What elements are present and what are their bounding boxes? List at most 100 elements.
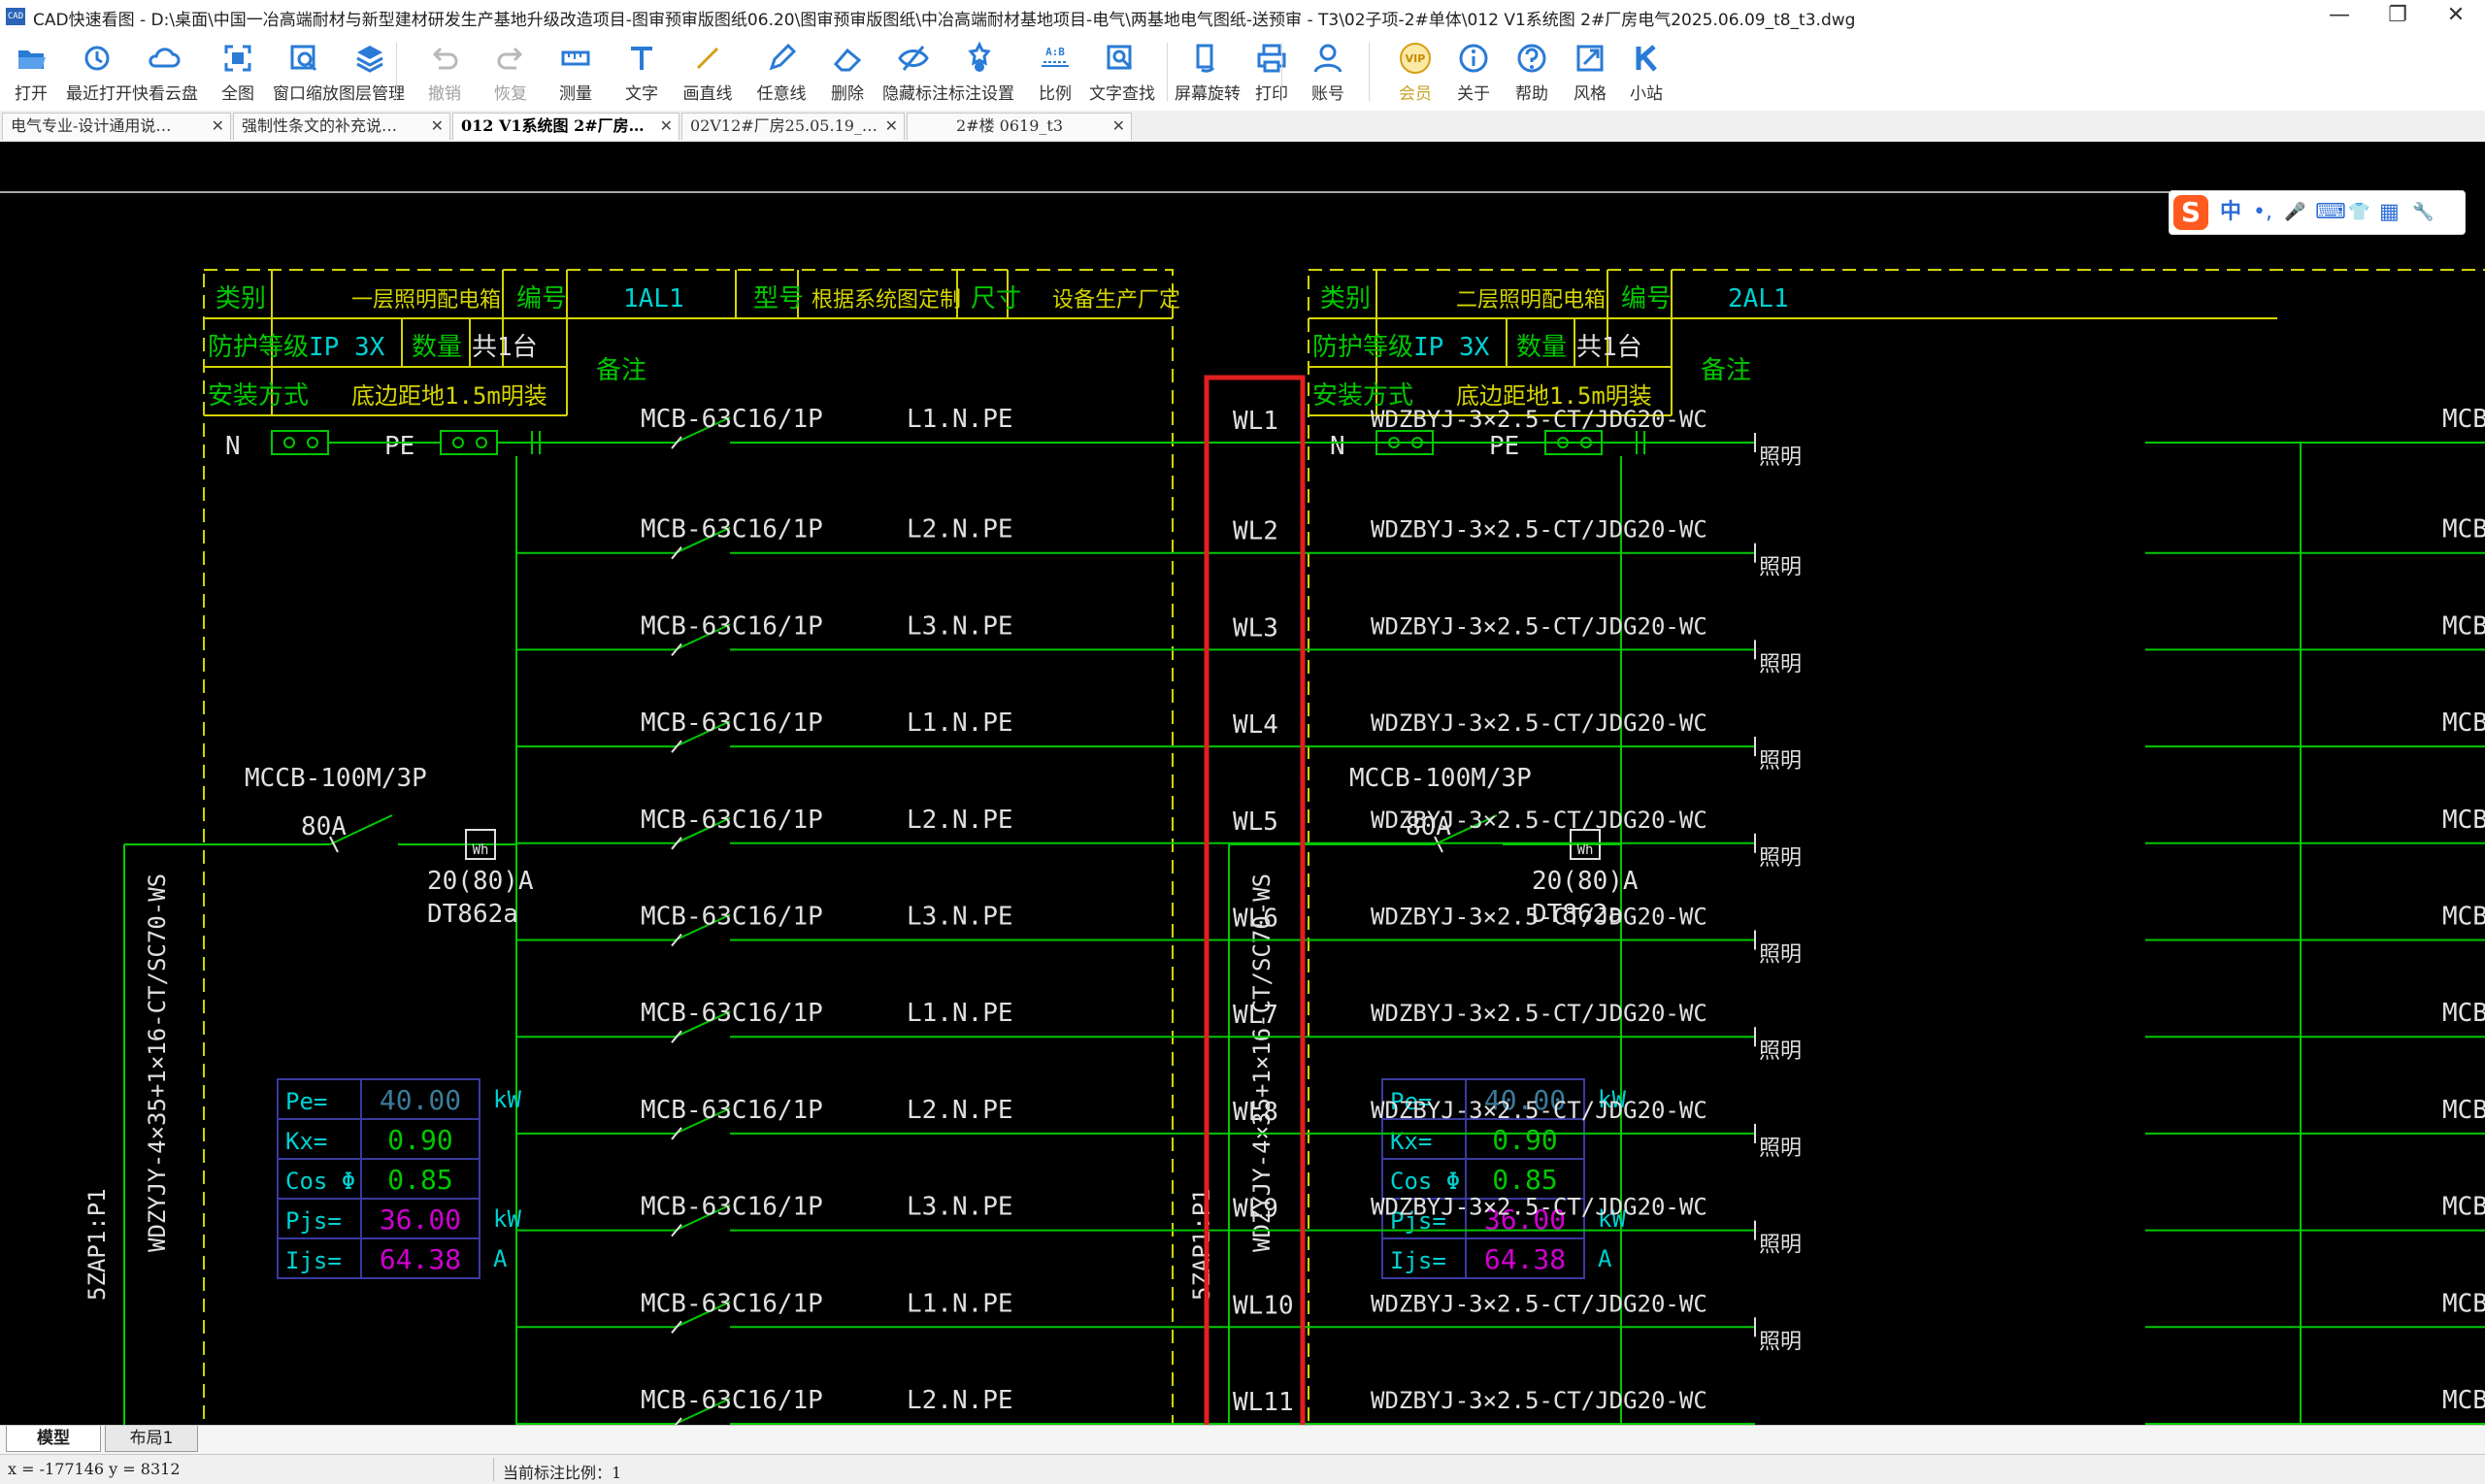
close-window-button[interactable]: ✕ (2427, 0, 2485, 33)
layout-tab[interactable]: 模型 (6, 1426, 101, 1452)
close-tab-icon[interactable]: ✕ (1112, 114, 1125, 139)
ime-toolbar[interactable]: S 中 •, 🎤 ⌨ 👕 ▦ 🔧 (2169, 190, 2466, 235)
circuit-breaker-model: MCB (2442, 1386, 2485, 1415)
ime-punctuation-icon[interactable]: •, (2253, 199, 2272, 226)
document-tab[interactable]: 012 V1系统图 2#厂房… ✕ (452, 113, 679, 140)
circuit-id: WL5 (1233, 808, 1278, 837)
toolbar-annotation-settings-button[interactable]: 标注设置 (948, 37, 1014, 107)
toolbar-eye-hide-button[interactable]: 隐藏标注 (882, 37, 948, 107)
tools-icon[interactable]: 🔧 (2412, 199, 2434, 226)
energy-meter-symbol: Wh (473, 842, 489, 858)
busbar-pe-label: PE (384, 432, 414, 461)
drawing-canvas[interactable]: 类别 一层照明配电箱 编号 1AL1 型号 根据系统图定制 尺寸 设备生产厂定 防护等级 IP 3… (0, 142, 2485, 1425)
toolbar-history-button[interactable]: 最近打开 (66, 37, 132, 107)
circuit-phase: L3.N.PE (907, 903, 1013, 932)
close-tab-icon[interactable]: ✕ (660, 114, 673, 139)
load-calc-unit: kW (493, 1086, 521, 1113)
maximize-button[interactable]: ❐ (2369, 0, 2427, 33)
toolbar-undo-button[interactable]: 撤销 (414, 37, 476, 107)
circuit-id: WL2 (1233, 517, 1278, 546)
terminal-circle (283, 437, 295, 448)
toolbar-text-button[interactable]: 文字 (611, 37, 673, 107)
circuit-load: 照明 (1759, 556, 1802, 580)
document-tab-label: 012 V1系统图 2#厂房… (461, 116, 645, 135)
circuit-cable: WDZBYJ-3×2.5-CT/JDG20-WC (1371, 1194, 1707, 1221)
microphone-icon[interactable]: 🎤 (2284, 199, 2305, 226)
circuit-id: WL6 (1233, 905, 1278, 934)
toolbar-label: 风格 (1574, 84, 1607, 104)
apps-grid-icon[interactable]: ▦ (2379, 199, 2400, 226)
document-tab[interactable]: 电气专业-设计通用说… ✕ (2, 113, 231, 140)
toolbar-eraser-button[interactable]: 删除 (816, 37, 878, 107)
toolbar-redo-button[interactable]: 恢复 (480, 37, 542, 107)
keyboard-icon[interactable]: ⌨ (2315, 199, 2346, 226)
rotate-screen-icon (1196, 44, 1215, 73)
skin-icon[interactable]: 👕 (2348, 199, 2369, 226)
toolbar-vip-button[interactable]: VIP 会员 (1384, 37, 1446, 107)
toolbar-pencil-button[interactable]: 任意线 (750, 37, 812, 107)
app-logo-icon: CAD (6, 8, 25, 25)
toolbar-site-k-button[interactable]: 小站 (1615, 37, 1677, 107)
toolbar-zoom-window-button[interactable]: 窗口缩放 (273, 37, 339, 107)
n-terminal-block (271, 430, 329, 455)
circuit-load: 照明 (1759, 1330, 1802, 1354)
toolbar-help-button[interactable]: 帮助 (1501, 37, 1563, 107)
circuit-phase: L1.N.PE (907, 405, 1013, 434)
toolbar-cloud-button[interactable]: 快看云盘 (132, 37, 198, 107)
toolbar-line-button[interactable]: 画直线 (677, 37, 739, 107)
ime-mode-button[interactable]: 中 (2220, 199, 2241, 226)
sogou-logo-icon[interactable]: S (2173, 195, 2208, 230)
load-calc-value: 36.00 (380, 1204, 461, 1236)
close-tab-icon[interactable]: ✕ (885, 114, 898, 139)
header-qty-value: 共1台 (1576, 333, 1642, 362)
document-tab[interactable]: 2#楼 0619_t3 ✕ (907, 113, 1132, 140)
toolbar-label: 关于 (1457, 84, 1490, 104)
circuit-breaker-model: MCB (2442, 903, 2485, 932)
toolbar-folder-open-button[interactable]: 打开 (0, 37, 62, 107)
header-model-label: 型号 (753, 284, 804, 313)
header-number-label: 编号 (516, 284, 567, 313)
toolbar-label: 账号 (1311, 84, 1344, 104)
toolbar-rotate-screen-button[interactable]: 屏幕旋转 (1175, 37, 1241, 107)
layout-tab[interactable]: 布局1 (105, 1426, 198, 1452)
load-calc-value: 64.38 (1484, 1243, 1566, 1275)
toolbar-fit-all-button[interactable]: 全图 (207, 37, 269, 107)
toolbar-label: 任意线 (756, 84, 807, 104)
fit-all-icon (224, 45, 251, 72)
load-calc-label: Kx= (285, 1128, 327, 1155)
text-search-icon (1107, 45, 1133, 70)
circuit-id: WL7 (1233, 1001, 1278, 1030)
cad-drawing[interactable]: 类别 一层照明配电箱 编号 1AL1 型号 根据系统图定制 尺寸 设备生产厂定防护等级 IP 3… (0, 142, 2485, 1425)
close-tab-icon[interactable]: ✕ (431, 114, 444, 139)
header-qty-label: 数量 (412, 333, 462, 362)
document-tab[interactable]: 02V12#厂房25.05.19_… ✕ (681, 113, 905, 140)
toolbar-text-search-button[interactable]: 文字查找 (1089, 37, 1155, 107)
toolbar-style-button[interactable]: 风格 (1559, 37, 1621, 107)
toolbar-separator (1281, 43, 1282, 101)
document-tab[interactable]: 强制性条文的补充说… ✕ (233, 113, 450, 140)
energy-meter-rating: 20(80)A (427, 867, 534, 896)
cloud-icon (149, 48, 181, 68)
energy-meter-rating: 20(80)A (1532, 867, 1639, 896)
circuit-cable: WDZBYJ-3×2.5-CT/JDG20-WC (1371, 904, 1707, 931)
toolbar-info-button[interactable]: 关于 (1442, 37, 1505, 107)
minimize-button[interactable]: — (2310, 0, 2369, 33)
header-protection-value: IP 3X (1413, 333, 1490, 362)
circuit-cable: WDZBYJ-3×2.5-CT/JDG20-WC (1371, 406, 1707, 433)
toolbar-scale-button[interactable]: A:B 比例 (1024, 37, 1086, 107)
toolbar-label: 隐藏标注 (882, 84, 948, 104)
toolbar-measure-button[interactable]: 测量 (545, 37, 607, 107)
terminal-circle (452, 437, 464, 448)
toolbar-user-button[interactable]: 账号 (1297, 37, 1359, 107)
load-calc-value: 0.90 (1492, 1124, 1557, 1156)
toolbar-layers-button[interactable]: 图层管理 (339, 37, 405, 107)
toolbar-printer-button[interactable]: 打印 (1241, 37, 1303, 107)
circuit-phase: L1.N.PE (907, 1289, 1013, 1318)
circuit-id: WL11 (1233, 1388, 1294, 1417)
circuit-breaker-model: MCB (2442, 1193, 2485, 1222)
info-icon (1459, 44, 1488, 73)
circuit-breaker-model: MCB-63C16/1P (641, 999, 823, 1028)
header-category-value: 一层照明配电箱 (351, 288, 501, 313)
undo-icon (432, 47, 458, 70)
close-tab-icon[interactable]: ✕ (212, 114, 224, 139)
